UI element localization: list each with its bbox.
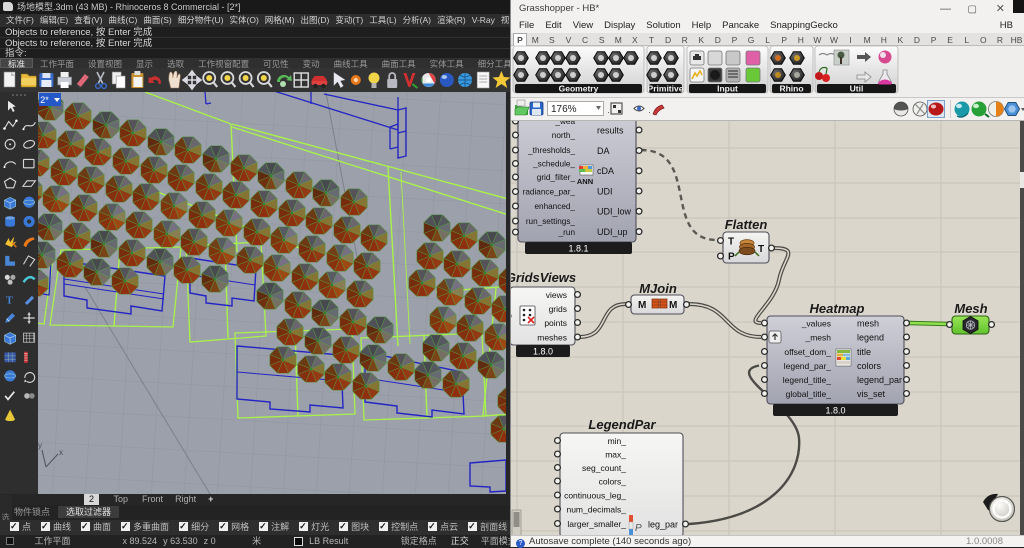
svg-text:T: T	[728, 237, 734, 248]
svg-text:Geometry: Geometry	[559, 84, 599, 94]
svg-text:north_: north_	[552, 131, 576, 140]
svg-text:colors: colors	[857, 361, 882, 371]
svg-text:larger_smaller_: larger_smaller_	[567, 519, 626, 529]
svg-text:UDI: UDI	[597, 186, 613, 196]
svg-text:x: x	[59, 448, 63, 457]
svg-text:P: P	[635, 523, 642, 534]
svg-text:_mesh: _mesh	[804, 332, 831, 342]
svg-text:points: points	[544, 318, 567, 328]
svg-text:MJoin: MJoin	[639, 281, 677, 296]
svg-text:DA: DA	[597, 146, 610, 156]
svg-text:_run: _run	[558, 228, 576, 237]
svg-text:global_title_: global_title_	[786, 389, 832, 399]
svg-text:_thresholds_: _thresholds_	[527, 146, 575, 155]
svg-text:Mesh: Mesh	[954, 301, 987, 316]
svg-text:vis_set: vis_set	[857, 389, 886, 399]
svg-text:_values: _values	[801, 318, 831, 328]
svg-text:ANN: ANN	[577, 177, 593, 186]
svg-text:max_: max_	[605, 449, 626, 459]
svg-text:T: T	[6, 296, 13, 307]
svg-text:min_: min_	[608, 436, 627, 446]
svg-text:M: M	[669, 300, 677, 311]
svg-text:meshes: meshes	[537, 332, 567, 342]
svg-text:grids: grids	[549, 304, 567, 314]
svg-text:continuous_leg_: continuous_leg_	[564, 490, 626, 500]
svg-text:run_settings_: run_settings_	[526, 217, 576, 226]
svg-text:enhanced_: enhanced_	[534, 202, 575, 211]
svg-text:legend_title_: legend_title_	[783, 375, 831, 385]
svg-text:leg_par: leg_par	[648, 519, 678, 529]
svg-text:Flatten: Flatten	[725, 217, 768, 232]
svg-text:seg_count_: seg_count_	[582, 463, 626, 473]
svg-text:M: M	[638, 300, 646, 311]
svg-text:legend_par_: legend_par_	[784, 361, 832, 371]
svg-text:Rhino: Rhino	[779, 84, 803, 94]
svg-text:·: ·	[648, 107, 651, 117]
svg-text:Heatmap: Heatmap	[810, 301, 865, 316]
svg-text:Input: Input	[717, 84, 738, 94]
svg-text:·: ·	[607, 107, 610, 117]
svg-text:LegendPar: LegendPar	[588, 417, 656, 432]
svg-text:results: results	[597, 125, 624, 135]
svg-text:_schedule_: _schedule_	[532, 160, 575, 169]
svg-text:1.8.0: 1.8.0	[533, 347, 553, 357]
svg-text:GridsViews: GridsViews	[511, 270, 576, 285]
svg-text:legend: legend	[857, 332, 884, 342]
svg-text:views: views	[546, 290, 567, 300]
svg-text:cDA: cDA	[597, 166, 614, 176]
svg-text:UDI_up: UDI_up	[597, 227, 628, 237]
svg-text:grid_filter_: grid_filter_	[537, 173, 576, 182]
svg-text:title: title	[857, 347, 871, 357]
svg-text:y: y	[38, 441, 42, 450]
svg-text:legend_par: legend_par	[857, 375, 902, 385]
svg-text:radiance_par_: radiance_par_	[523, 188, 576, 197]
svg-text:offset_dom_: offset_dom_	[784, 347, 831, 357]
svg-text:mesh: mesh	[857, 318, 879, 328]
svg-text:1.8.1: 1.8.1	[568, 244, 588, 254]
svg-text:_wea: _wea	[554, 121, 575, 126]
svg-text:Util: Util	[850, 84, 864, 94]
svg-text:Primitive: Primitive	[648, 84, 684, 94]
svg-text:176%: 176%	[551, 104, 577, 115]
svg-text:UDI_low: UDI_low	[597, 207, 632, 217]
svg-text:P: P	[728, 252, 735, 263]
svg-text:T: T	[758, 244, 764, 255]
svg-text:num_decimals_: num_decimals_	[566, 504, 626, 514]
svg-text:colors_: colors_	[599, 476, 627, 486]
svg-text:1.8.0: 1.8.0	[825, 406, 845, 416]
